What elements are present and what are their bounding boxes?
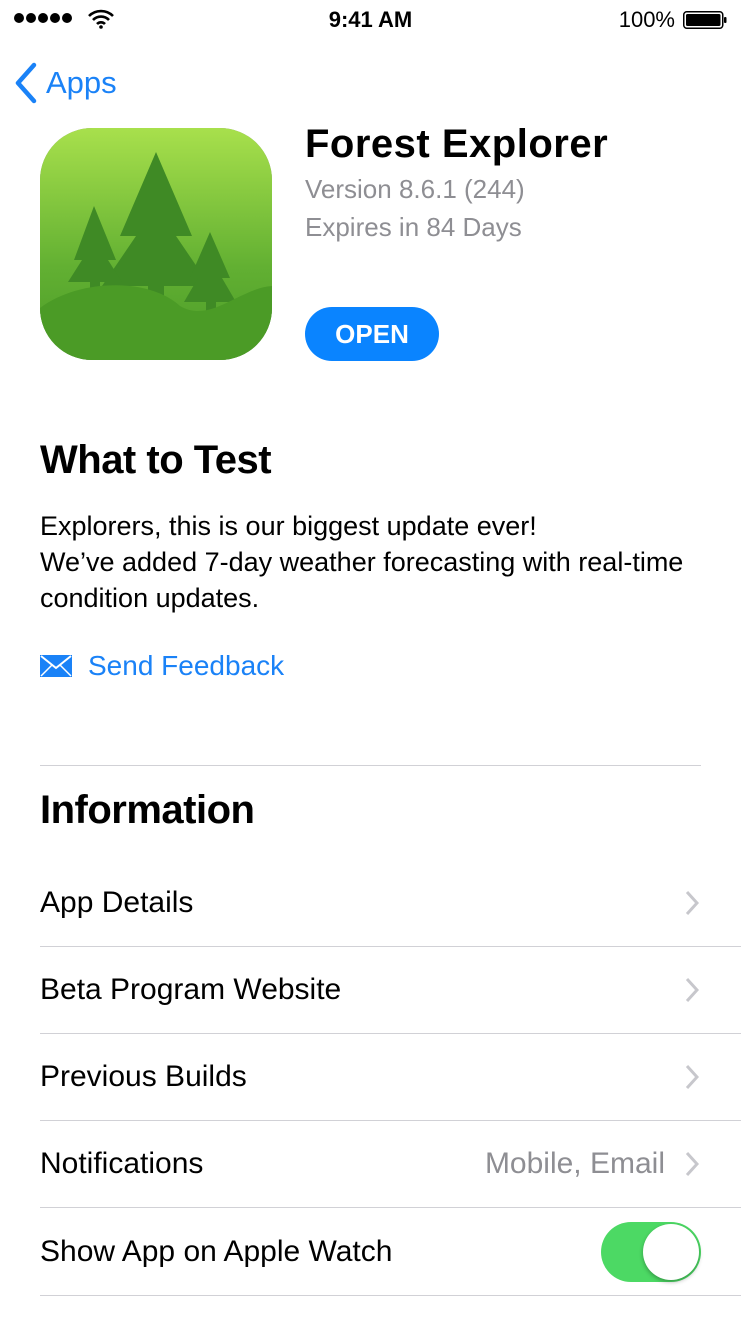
app-version: Version 8.6.1 (244) — [305, 174, 525, 204]
what-to-test-heading: What to Test — [40, 438, 272, 482]
back-label: Apps — [46, 65, 117, 100]
chevron-right-icon — [685, 890, 699, 915]
chevron-right-icon — [685, 1151, 699, 1176]
notifications-value: Mobile, Email — [484, 1146, 665, 1180]
open-button[interactable]: OPEN — [305, 307, 439, 361]
row-label: Notifications — [40, 1146, 204, 1180]
envelope-icon — [40, 655, 72, 677]
status-bar: 9:41 AM 100% — [0, 0, 741, 40]
send-feedback-label: Send Feedback — [88, 650, 285, 681]
row-label: Show App on Apple Watch — [40, 1234, 393, 1268]
app-title: Forest Explorer — [305, 122, 609, 166]
row-beta-program-website[interactable]: Beta Program Website — [40, 946, 741, 1034]
row-label: App Details — [40, 885, 194, 919]
description-text: Explorers, this is our biggest update ev… — [40, 511, 684, 613]
app-icon — [40, 128, 272, 360]
app-expiry: Expires in 84 Days — [305, 212, 522, 242]
forest-trees-icon — [40, 128, 272, 360]
back-button[interactable]: Apps — [14, 62, 117, 104]
send-feedback-link[interactable]: Send Feedback — [40, 650, 284, 682]
row-label: Previous Builds — [40, 1059, 247, 1093]
row-label: Beta Program Website — [40, 972, 342, 1006]
chevron-right-icon — [685, 1064, 699, 1089]
row-notifications[interactable]: Notifications Mobile, Email — [40, 1120, 741, 1208]
toggle-knob — [643, 1223, 699, 1280]
what-to-test-description: Explorers, this is our biggest update ev… — [40, 508, 710, 616]
battery-percent: 100% — [618, 7, 675, 32]
row-app-details[interactable]: App Details — [40, 859, 741, 947]
section-divider — [40, 765, 701, 766]
chevron-right-icon — [685, 977, 699, 1002]
information-heading: Information — [40, 788, 255, 832]
apple-watch-toggle[interactable] — [601, 1221, 701, 1282]
row-previous-builds[interactable]: Previous Builds — [40, 1033, 741, 1121]
chevron-left-icon — [15, 62, 37, 104]
row-show-on-apple-watch: Show App on Apple Watch — [40, 1208, 741, 1296]
battery-icon — [683, 11, 727, 29]
